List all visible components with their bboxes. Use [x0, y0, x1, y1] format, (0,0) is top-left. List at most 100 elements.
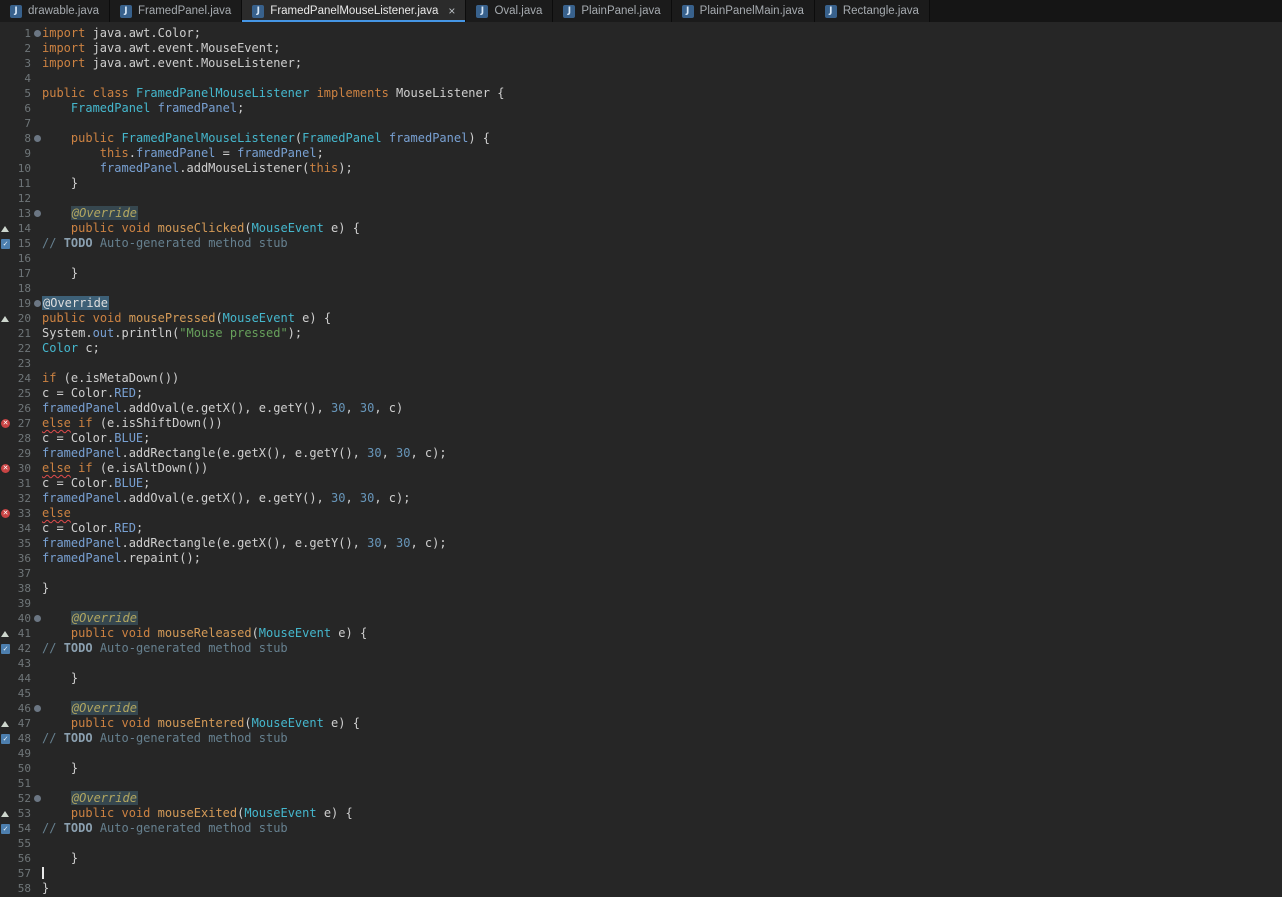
task-marker-icon[interactable]: ✓	[1, 644, 10, 654]
code-line[interactable]: 47 public void mouseEntered(MouseEvent e…	[0, 716, 1282, 731]
line-number: 21	[12, 326, 33, 341]
code-text: c = Color.BLUE;	[42, 431, 150, 446]
override-marker-icon[interactable]	[1, 316, 9, 322]
code-line[interactable]: ✕27else if (e.isShiftDown())	[0, 416, 1282, 431]
error-marker-icon[interactable]: ✕	[1, 419, 10, 428]
gutter-markers	[0, 551, 12, 566]
fold-marker-icon[interactable]	[34, 615, 41, 622]
code-line[interactable]: 35framedPanel.addRectangle(e.getX(), e.g…	[0, 536, 1282, 551]
code-line[interactable]: 53 public void mouseExited(MouseEvent e)…	[0, 806, 1282, 821]
fold-marker-icon[interactable]	[34, 210, 41, 217]
code-line[interactable]: 40 @Override	[0, 611, 1282, 626]
token: mousePressed	[129, 311, 216, 325]
code-line[interactable]: 23	[0, 356, 1282, 371]
code-line[interactable]: 5public class FramedPanelMouseListener i…	[0, 86, 1282, 101]
fold-marker-icon[interactable]	[34, 30, 41, 37]
override-marker-icon[interactable]	[1, 631, 9, 637]
code-line[interactable]: 1import java.awt.Color;	[0, 26, 1282, 41]
task-marker-icon[interactable]: ✓	[1, 239, 10, 249]
tab-plainpanel-java[interactable]: JPlainPanel.java	[553, 0, 671, 22]
line-number: 1	[12, 26, 33, 41]
code-line[interactable]: 6 FramedPanel framedPanel;	[0, 101, 1282, 116]
task-marker-icon[interactable]: ✓	[1, 734, 10, 744]
code-line[interactable]: 45	[0, 686, 1282, 701]
tab-rectangle-java[interactable]: JRectangle.java	[815, 0, 930, 22]
code-line[interactable]: 43	[0, 656, 1282, 671]
tab-framedpanel-java[interactable]: JFramedPanel.java	[110, 0, 242, 22]
code-line[interactable]: 39	[0, 596, 1282, 611]
code-line[interactable]: 17 }	[0, 266, 1282, 281]
tab-drawable-java[interactable]: Jdrawable.java	[0, 0, 110, 22]
code-line[interactable]: 4	[0, 71, 1282, 86]
code-line[interactable]: 32framedPanel.addOval(e.getX(), e.getY()…	[0, 491, 1282, 506]
tab-close-icon[interactable]: ×	[448, 5, 455, 17]
code-line[interactable]: 13 @Override	[0, 206, 1282, 221]
code-line[interactable]: 28c = Color.BLUE;	[0, 431, 1282, 446]
code-line[interactable]: ✓48// TODO Auto-generated method stub	[0, 731, 1282, 746]
token	[129, 86, 136, 100]
code-line[interactable]: 58}	[0, 881, 1282, 896]
fold-marker-icon[interactable]	[34, 300, 41, 307]
code-line[interactable]: 8 public FramedPanelMouseListener(Framed…	[0, 131, 1282, 146]
token	[150, 626, 157, 640]
token: 30	[360, 491, 374, 505]
code-line[interactable]: 24if (e.isMetaDown())	[0, 371, 1282, 386]
code-line[interactable]: 31c = Color.BLUE;	[0, 476, 1282, 491]
token: );	[338, 161, 352, 175]
code-line[interactable]: 7	[0, 116, 1282, 131]
error-marker-icon[interactable]: ✕	[1, 464, 10, 473]
error-marker-icon[interactable]: ✕	[1, 509, 10, 518]
code-line[interactable]: 51	[0, 776, 1282, 791]
code-line[interactable]: 57	[0, 866, 1282, 881]
code-line[interactable]: 22Color c;	[0, 341, 1282, 356]
code-line[interactable]: 36framedPanel.repaint();	[0, 551, 1282, 566]
code-line[interactable]: 52 @Override	[0, 791, 1282, 806]
fold-marker-icon[interactable]	[34, 705, 41, 712]
line-number: 38	[12, 581, 33, 596]
code-line[interactable]: 50 }	[0, 761, 1282, 776]
code-line[interactable]: 55	[0, 836, 1282, 851]
code-line[interactable]: 21System.out.println("Mouse pressed");	[0, 326, 1282, 341]
code-line[interactable]: 38}	[0, 581, 1282, 596]
code-text: @Override	[42, 791, 138, 806]
code-line[interactable]: 46 @Override	[0, 701, 1282, 716]
override-marker-icon[interactable]	[1, 811, 9, 817]
tab-plainpanelmain-java[interactable]: JPlainPanelMain.java	[672, 0, 815, 22]
code-line[interactable]: 34c = Color.RED;	[0, 521, 1282, 536]
code-line[interactable]: ✕30else if (e.isAltDown())	[0, 461, 1282, 476]
code-line[interactable]: 11 }	[0, 176, 1282, 191]
code-line[interactable]: 20public void mousePressed(MouseEvent e)…	[0, 311, 1282, 326]
task-marker-icon[interactable]: ✓	[1, 824, 10, 834]
tab-oval-java[interactable]: JOval.java	[466, 0, 553, 22]
token: //	[42, 731, 64, 745]
override-marker-icon[interactable]	[1, 226, 9, 232]
code-line[interactable]: 18	[0, 281, 1282, 296]
tab-framedpanelmouselistener-java[interactable]: JFramedPanelMouseListener.java×	[242, 0, 466, 22]
code-area[interactable]: 1import java.awt.Color;2import java.awt.…	[0, 22, 1282, 897]
code-line[interactable]: 14 public void mouseClicked(MouseEvent e…	[0, 221, 1282, 236]
token: e) {	[324, 221, 360, 235]
code-line[interactable]: 26framedPanel.addOval(e.getX(), e.getY()…	[0, 401, 1282, 416]
code-line[interactable]: 16	[0, 251, 1282, 266]
gutter-markers	[0, 71, 12, 86]
code-line[interactable]: ✓42// TODO Auto-generated method stub	[0, 641, 1282, 656]
fold-marker-icon[interactable]	[34, 795, 41, 802]
code-line[interactable]: 49	[0, 746, 1282, 761]
code-line[interactable]: 19@Override	[0, 296, 1282, 311]
code-line[interactable]: ✓15// TODO Auto-generated method stub	[0, 236, 1282, 251]
code-line[interactable]: ✕33else	[0, 506, 1282, 521]
code-line[interactable]: 44 }	[0, 671, 1282, 686]
override-marker-icon[interactable]	[1, 721, 9, 727]
code-line[interactable]: 9 this.framedPanel = framedPanel;	[0, 146, 1282, 161]
code-line[interactable]: 3import java.awt.event.MouseListener;	[0, 56, 1282, 71]
code-line[interactable]: 29framedPanel.addRectangle(e.getX(), e.g…	[0, 446, 1282, 461]
code-line[interactable]: 56 }	[0, 851, 1282, 866]
code-line[interactable]: 2import java.awt.event.MouseEvent;	[0, 41, 1282, 56]
code-line[interactable]: 25c = Color.RED;	[0, 386, 1282, 401]
fold-marker-icon[interactable]	[34, 135, 41, 142]
code-line[interactable]: ✓54// TODO Auto-generated method stub	[0, 821, 1282, 836]
code-line[interactable]: 12	[0, 191, 1282, 206]
code-line[interactable]: 10 framedPanel.addMouseListener(this);	[0, 161, 1282, 176]
code-line[interactable]: 37	[0, 566, 1282, 581]
code-line[interactable]: 41 public void mouseReleased(MouseEvent …	[0, 626, 1282, 641]
